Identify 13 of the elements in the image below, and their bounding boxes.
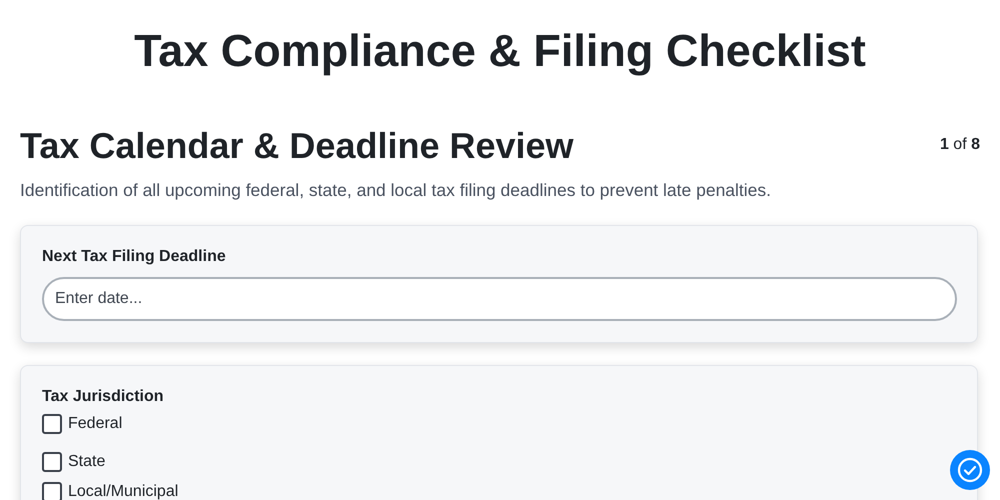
section-heading: Tax Calendar & Deadline Review (20, 124, 574, 168)
checkbox[interactable] (42, 414, 62, 434)
progress-counter: 1 of 8 (940, 135, 980, 154)
option-label: Federal (68, 415, 122, 433)
checkbox[interactable] (42, 482, 62, 500)
question-label: Tax Jurisdiction (42, 387, 165, 407)
option-label: Local/Municipal (68, 483, 178, 500)
date-input-field[interactable]: Enter date... (42, 277, 957, 321)
page-title: Tax Compliance & Filing Checklist (133, 24, 867, 77)
checkbox[interactable] (42, 452, 62, 472)
question-label: Next Tax Filing Deadline (42, 247, 227, 267)
option-label: State (68, 453, 106, 471)
section-description: Identification of all upcoming federal, state, and local tax filing deadlines to prevent late penalties. (20, 179, 772, 202)
